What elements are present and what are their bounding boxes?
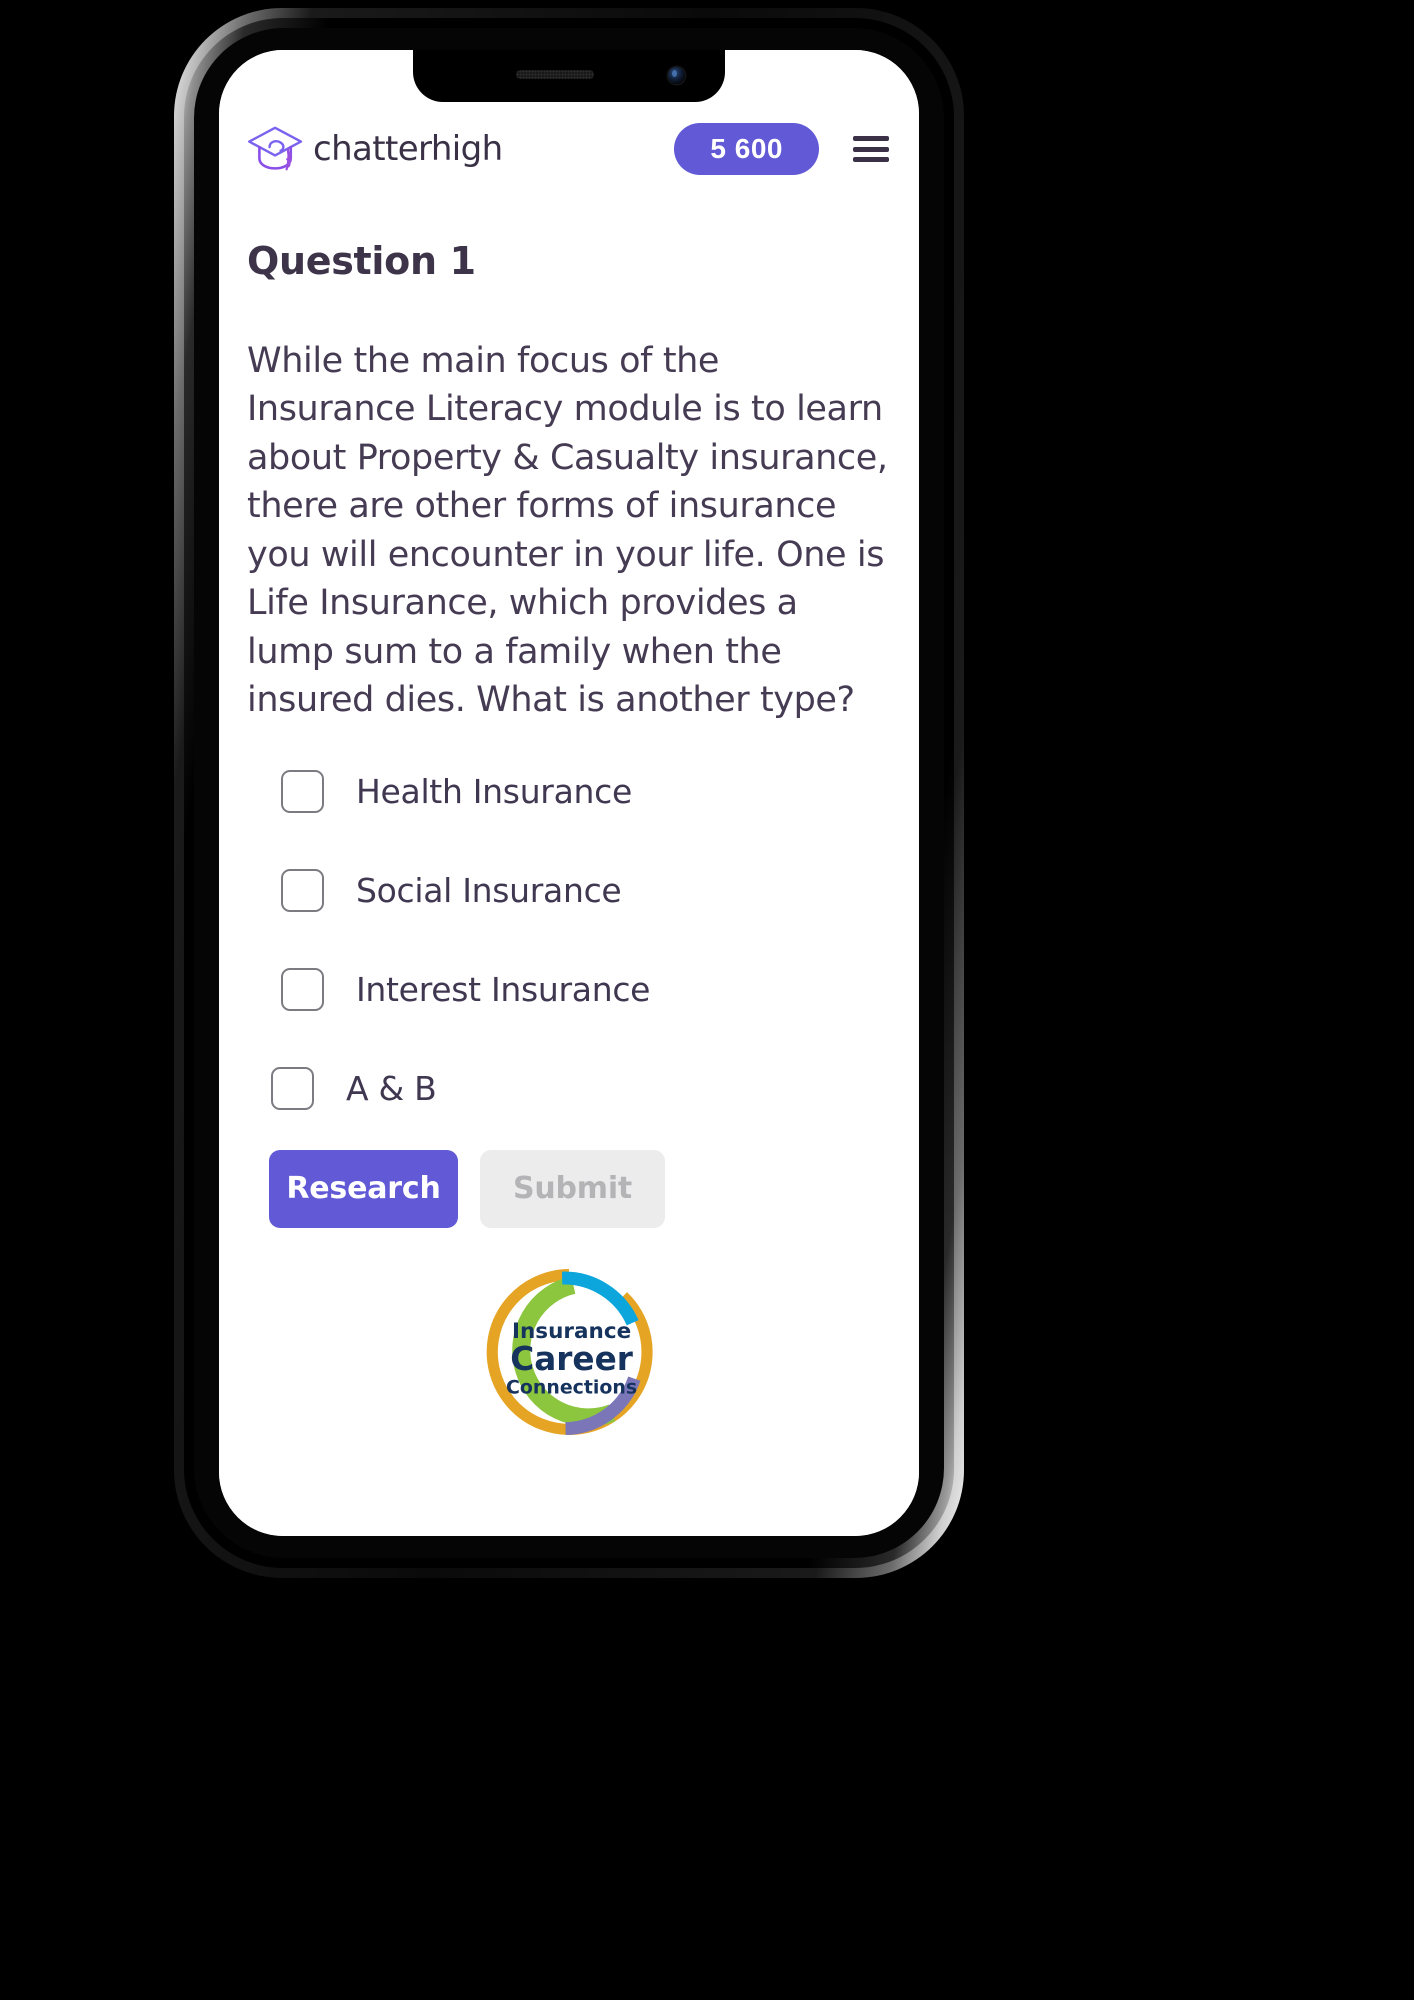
answer-option-label: Interest Insurance xyxy=(356,970,651,1010)
score-badge[interactable]: 5 600 xyxy=(674,123,819,175)
submit-button: Submit xyxy=(480,1149,665,1228)
front-camera-icon xyxy=(668,67,685,84)
question-text: While the main focus of the Insurance Li… xyxy=(247,341,888,721)
phone-frame: chatterhigh 5 600 Question 1 While the m… xyxy=(174,8,964,1578)
insurance-career-connections-logo: Insurance Career Connections xyxy=(486,1268,653,1435)
answer-option-a-and-b[interactable]: A & B xyxy=(271,1058,897,1120)
question-title: Question 1 xyxy=(247,239,476,283)
answer-checkbox[interactable] xyxy=(281,770,324,814)
hamburger-bar xyxy=(853,146,889,152)
action-buttons: Research Submit xyxy=(241,1149,897,1228)
earpiece-speaker-icon xyxy=(516,70,594,79)
screenshot-stage: chatterhigh 5 600 Question 1 While the m… xyxy=(0,0,1414,2000)
phone-notch xyxy=(413,50,725,102)
answer-option-interest-insurance[interactable]: Interest Insurance xyxy=(281,959,897,1021)
answer-option-social-insurance[interactable]: Social Insurance xyxy=(281,860,897,922)
phone-screen: chatterhigh 5 600 Question 1 While the m… xyxy=(219,50,919,1536)
graduation-cap-icon xyxy=(248,126,303,171)
hamburger-bar xyxy=(853,136,889,141)
answer-checkbox[interactable] xyxy=(281,869,324,913)
answer-option-health-insurance[interactable]: Health Insurance xyxy=(281,761,897,823)
brand-logo[interactable]: chatterhigh xyxy=(247,125,503,173)
answer-options-list: Health Insurance Social Insurance Intere… xyxy=(241,761,897,1120)
research-button[interactable]: Research xyxy=(269,1149,458,1228)
hamburger-menu-icon[interactable] xyxy=(853,136,889,162)
logo-line-3: Connections xyxy=(506,1376,637,1398)
logo-line-2: Career xyxy=(510,1340,633,1378)
answer-option-label: A & B xyxy=(346,1069,437,1109)
answer-checkbox[interactable] xyxy=(281,968,324,1012)
partner-logo-container: Insurance Career Connections xyxy=(241,1266,897,1438)
brand-name: chatterhigh xyxy=(313,129,503,169)
answer-checkbox[interactable] xyxy=(271,1067,314,1111)
hamburger-bar xyxy=(853,157,889,162)
answer-option-label: Health Insurance xyxy=(356,772,632,812)
app-viewport: chatterhigh 5 600 Question 1 While the m… xyxy=(219,50,919,1536)
header-actions: 5 600 xyxy=(674,123,889,175)
answer-option-label: Social Insurance xyxy=(356,871,622,911)
